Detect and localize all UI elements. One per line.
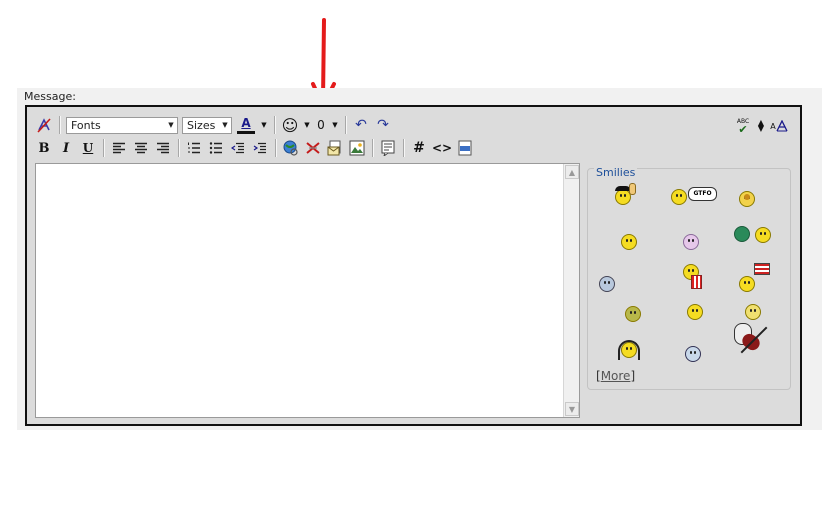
more-smilies-link[interactable]: More xyxy=(601,369,631,383)
align-left-icon[interactable] xyxy=(110,138,128,158)
remove-format-button[interactable] xyxy=(35,115,53,135)
message-label: Message: xyxy=(24,90,76,103)
attach-dropdown[interactable]: ▼ xyxy=(331,115,339,135)
chevron-down-icon: ▼ xyxy=(168,121,174,129)
rich-text-editor: Fonts ▼ Sizes ▼ A ▼ ☺ ▼ 0 ▼ ↶ ↷ ABC ✔ ▲ ▼… xyxy=(25,105,802,426)
text-color-icon: A xyxy=(241,116,251,130)
size-select[interactable]: Sizes ▼ xyxy=(182,116,232,134)
smiley-dropdown[interactable]: ▼ xyxy=(303,115,311,135)
text-color-button[interactable]: A xyxy=(236,115,256,135)
underline-button[interactable]: U xyxy=(79,138,97,158)
font-size-icon[interactable]: A xyxy=(770,116,788,136)
align-right-icon[interactable] xyxy=(154,138,172,158)
smilies-title: Smilies xyxy=(594,166,638,179)
unordered-list-icon[interactable] xyxy=(207,138,225,158)
font-size-triangle-icon xyxy=(776,120,788,132)
popcorn-smiley-icon[interactable] xyxy=(680,261,702,291)
gtfo-smiley-icon[interactable]: GTFO xyxy=(668,186,718,208)
toolbar-separator xyxy=(275,139,277,157)
insert-image-icon[interactable] xyxy=(348,138,366,158)
size-select-value: Sizes xyxy=(187,118,216,132)
dizzy-smiley-icon[interactable] xyxy=(596,273,618,295)
rocker-smiley-icon[interactable] xyxy=(612,183,636,208)
surprised-smiley-icon[interactable] xyxy=(684,301,706,323)
violin-smiley-icon[interactable] xyxy=(732,321,776,361)
toolbar-separator xyxy=(345,116,347,134)
redo-icon[interactable]: ↷ xyxy=(374,115,392,135)
toolbar-separator xyxy=(178,139,180,157)
outdent-icon[interactable] xyxy=(229,138,247,158)
smiley-icon[interactable]: ☺ xyxy=(281,115,299,135)
flag-smiley-icon[interactable] xyxy=(736,263,776,292)
toolbar-separator xyxy=(403,139,405,157)
italic-button[interactable]: I xyxy=(57,138,75,158)
color-swatch xyxy=(237,131,255,134)
grin-smiley-icon[interactable] xyxy=(618,231,640,253)
php-code-icon[interactable] xyxy=(456,138,474,158)
more-bracket-close: ] xyxy=(630,369,636,383)
toolbar-separator xyxy=(59,116,61,134)
font-select[interactable]: Fonts ▼ xyxy=(66,116,178,134)
bold-button[interactable]: B xyxy=(35,138,53,158)
toolbar-row-2: B I U # <> xyxy=(35,138,478,158)
smilies-panel: Smilies GTFO [More] xyxy=(587,166,791,390)
globe-smiley-icon[interactable] xyxy=(734,224,774,246)
sick-smiley-icon[interactable] xyxy=(622,303,644,325)
email-link-icon[interactable] xyxy=(326,138,344,158)
quote-icon[interactable] xyxy=(379,138,397,158)
spellcheck-icon[interactable]: ABC ✔ xyxy=(734,116,752,136)
message-textarea[interactable]: ▲ ▼ xyxy=(35,163,580,418)
ordered-list-icon[interactable] xyxy=(185,138,203,158)
toolbar-separator xyxy=(103,139,105,157)
headphones-smiley-icon[interactable] xyxy=(618,339,648,361)
undo-icon[interactable]: ↶ xyxy=(352,115,370,135)
resize-icon[interactable]: ▲ ▼ xyxy=(756,116,766,136)
chevron-down-icon: ▼ xyxy=(222,121,228,129)
code-hash-button[interactable]: # xyxy=(410,138,428,158)
unlink-icon[interactable] xyxy=(304,138,322,158)
text-color-dropdown[interactable]: ▼ xyxy=(260,115,268,135)
toolbar-separator xyxy=(372,139,374,157)
indent-icon[interactable] xyxy=(251,138,269,158)
remove-format-icon xyxy=(37,118,51,133)
font-select-value: Fonts xyxy=(71,118,101,132)
scroll-up-icon[interactable]: ▲ xyxy=(565,165,579,179)
link-icon[interactable] xyxy=(282,138,300,158)
attach-icon[interactable]: 0 xyxy=(315,115,327,135)
textarea-scrollbar[interactable]: ▲ ▼ xyxy=(563,164,579,417)
badge-smiley-icon[interactable] xyxy=(736,188,758,210)
toolbar-separator xyxy=(274,116,276,134)
align-center-icon[interactable] xyxy=(132,138,150,158)
toolbar-right: ABC ✔ ▲ ▼ A xyxy=(734,116,792,136)
scroll-down-icon[interactable]: ▼ xyxy=(565,402,579,416)
shocked-smiley-icon[interactable] xyxy=(682,343,704,365)
purple-smiley-icon[interactable] xyxy=(680,231,702,253)
code-tag-button[interactable]: <> xyxy=(432,138,452,158)
toolbar-row-1: Fonts ▼ Sizes ▼ A ▼ ☺ ▼ 0 ▼ ↶ ↷ xyxy=(35,115,396,135)
more-smilies: [More] xyxy=(596,369,635,383)
smile-smiley-icon[interactable] xyxy=(742,301,764,323)
